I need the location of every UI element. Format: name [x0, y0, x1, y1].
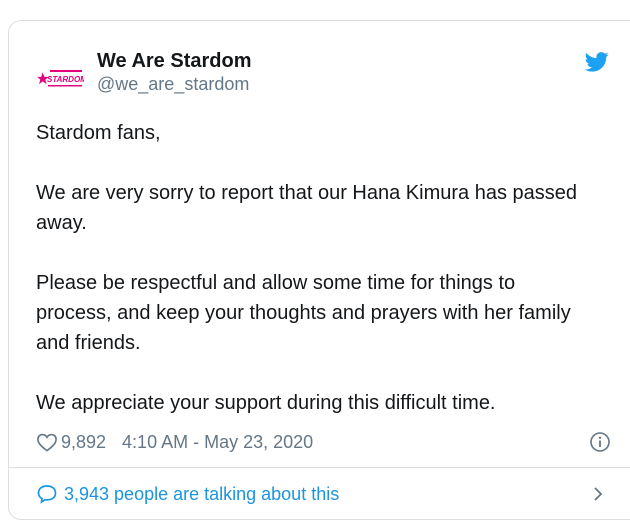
like-count: 9,892 [61, 431, 107, 452]
tweet-meta: 9,892 4:10 AM - May 23, 2020 [36, 429, 611, 455]
speech-bubble-icon [37, 485, 57, 504]
conversation-link[interactable]: 3,943 people are talking about this [36, 481, 611, 507]
tweet-card: STARDOM We Are Stardom @we_are_stardom S… [8, 20, 630, 520]
conversation-count[interactable]: 3,943 people are talking about this [64, 484, 339, 505]
tweet-timestamp[interactable]: 4:10 AM - May 23, 2020 [122, 432, 313, 453]
info-icon[interactable] [589, 431, 611, 453]
tweet-paragraph: We are very sorry to report that our Han… [36, 182, 577, 234]
tweet-text: Stardom fans, We are very sorry to repor… [36, 118, 596, 418]
svg-text:STARDOM: STARDOM [47, 75, 84, 84]
tweet-paragraph: We appreciate your support during this d… [36, 392, 496, 414]
avatar[interactable]: STARDOM [36, 55, 84, 103]
user-handle[interactable]: @we_are_stardom [97, 73, 251, 95]
tweet-header: STARDOM We Are Stardom @we_are_stardom [9, 21, 630, 101]
heart-icon [37, 433, 57, 452]
chevron-right-icon[interactable] [591, 484, 605, 504]
like-button[interactable]: 9,892 [36, 432, 106, 453]
display-name[interactable]: We Are Stardom [97, 49, 251, 73]
tweet-paragraph: Stardom fans, [36, 122, 161, 144]
author-names[interactable]: We Are Stardom @we_are_stardom [97, 49, 251, 95]
divider [9, 467, 630, 468]
tweet-paragraph: Please be respectful and allow some time… [36, 272, 571, 354]
stardom-logo-icon: STARDOM [37, 70, 84, 87]
twitter-bird-icon[interactable] [585, 52, 609, 72]
